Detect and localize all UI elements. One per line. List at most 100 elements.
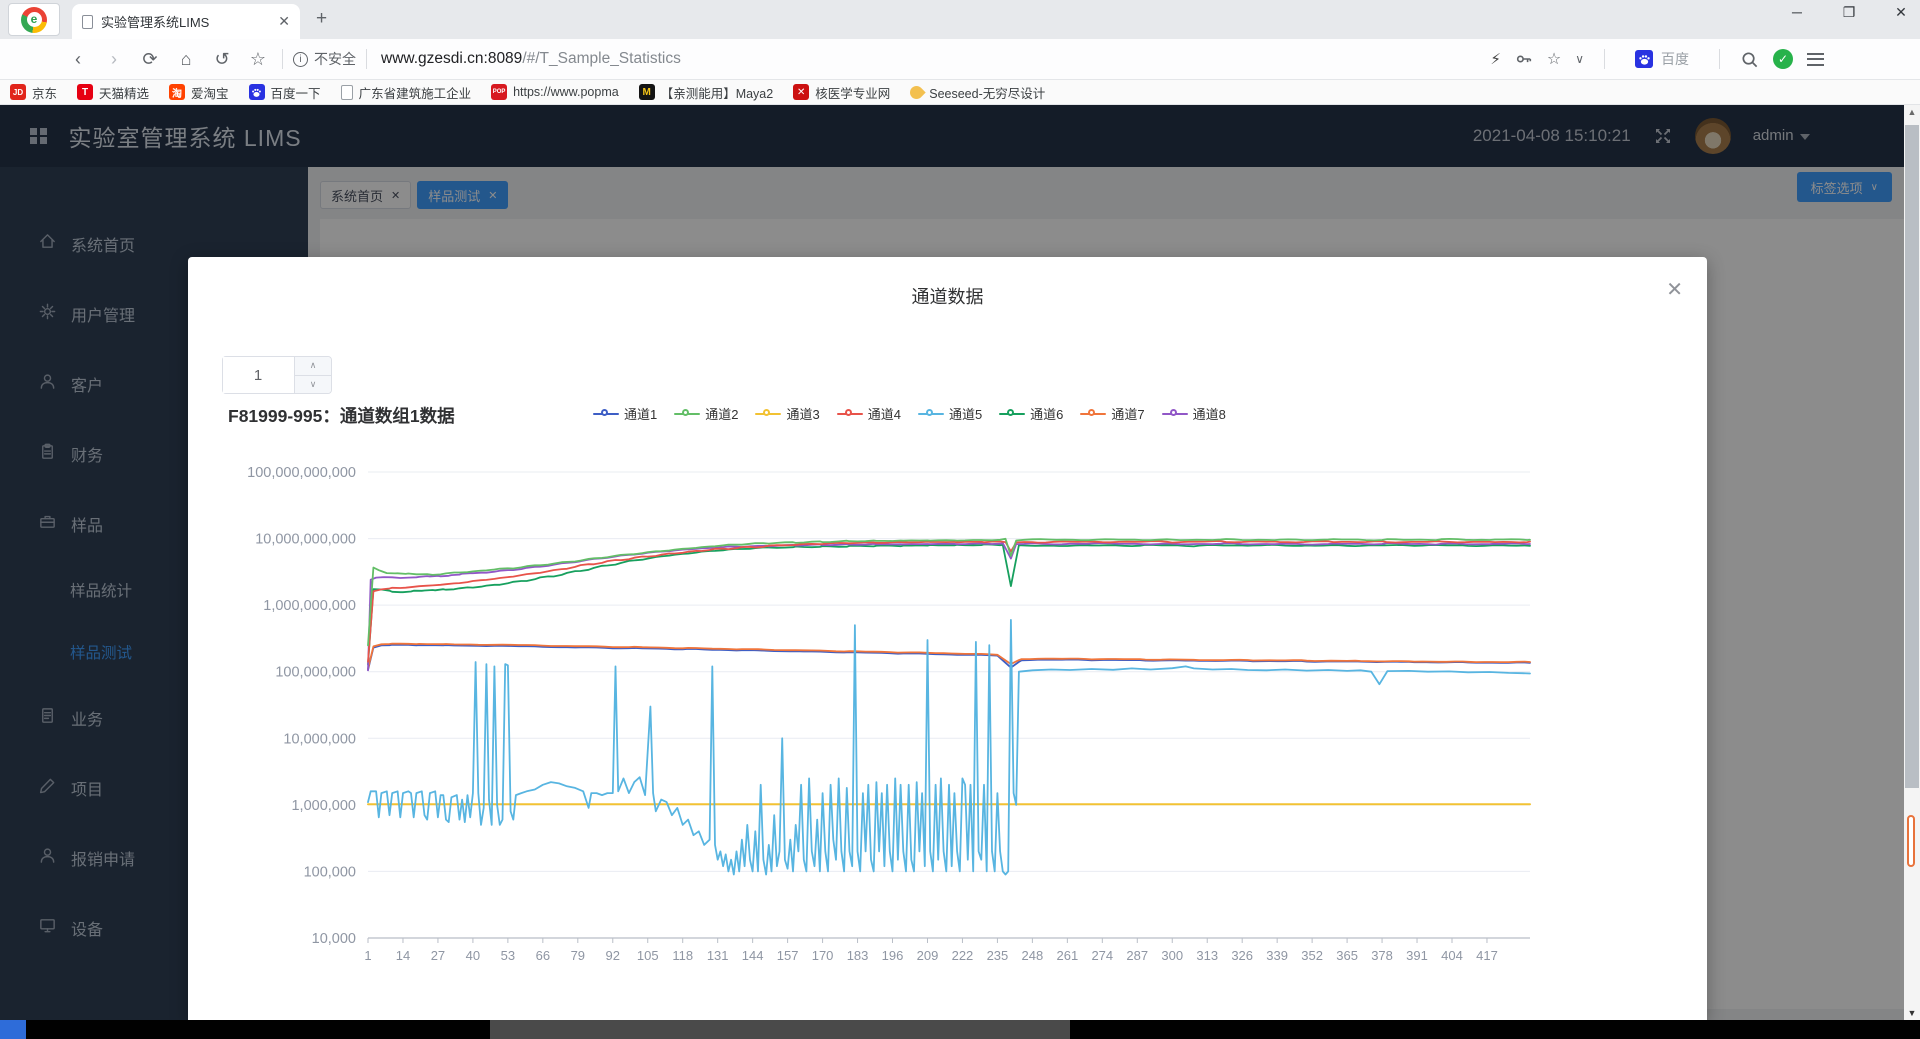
legend-item-通道5[interactable]: 通道5 [917, 404, 983, 423]
undo-button[interactable]: ↺ [204, 49, 240, 70]
menu-hamburger-icon[interactable] [1807, 52, 1824, 66]
modal-close-icon[interactable]: ✕ [1666, 277, 1683, 302]
series-通道7 [367, 642, 1531, 670]
url-path: /#/T_Sample_Statistics [522, 50, 681, 67]
svg-text:300: 300 [1161, 948, 1183, 963]
legend-label: 通道5 [948, 407, 983, 422]
svg-text:144: 144 [742, 948, 764, 963]
bookmark-item[interactable]: 百度一下 [248, 83, 321, 102]
svg-text:157: 157 [777, 948, 799, 963]
window-minimize-button[interactable]: ─ [1786, 4, 1808, 21]
baidu-search-box[interactable]: 百度 [1625, 45, 1699, 73]
series-通道5 [367, 618, 1531, 876]
channel-number-input-group: ∧ ∨ [222, 356, 332, 394]
security-indicator[interactable]: i 不安全 [293, 49, 356, 69]
bookmark-item[interactable]: 淘爱淘宝 [169, 83, 229, 102]
legend-item-通道2[interactable]: 通道2 [674, 404, 738, 423]
legend-item-通道3[interactable]: 通道3 [755, 404, 820, 423]
legend-item-通道7[interactable]: 通道7 [1080, 404, 1145, 423]
bookmark-item[interactable]: POP https://www.popma [491, 84, 619, 100]
svg-text:100,000: 100,000 [304, 864, 356, 880]
browser-tab-title: 实验管理系统LIMS [101, 15, 210, 30]
window-close-button[interactable]: ✕ [1890, 4, 1912, 21]
legend-marker-icon [917, 408, 944, 420]
step-up-button[interactable]: ∧ [295, 357, 331, 376]
browser-tab[interactable]: 实验管理系统LIMS ✕ [72, 4, 300, 39]
scrollbar-position-marker[interactable] [1907, 815, 1915, 867]
scrollbar-up-icon[interactable]: ▲ [1904, 107, 1920, 117]
svg-text:209: 209 [917, 948, 939, 963]
browser-logo-icon: e [21, 6, 47, 33]
bookmark-label: 京东 [32, 86, 58, 101]
svg-text:40: 40 [466, 948, 480, 963]
refresh-button[interactable]: ⟳ [132, 49, 168, 70]
svg-text:170: 170 [812, 948, 834, 963]
bookmark-item[interactable]: 广东省建筑施工企业 [340, 83, 472, 102]
svg-text:287: 287 [1126, 948, 1148, 963]
svg-text:391: 391 [1406, 948, 1428, 963]
bookmark-label: 广东省建筑施工企业 [358, 86, 472, 101]
browser-scrollbar[interactable]: ▲ ▼ [1904, 105, 1920, 1020]
legend-marker-icon [1080, 408, 1107, 420]
svg-text:196: 196 [882, 948, 904, 963]
svg-text:235: 235 [987, 948, 1009, 963]
jd-icon: JD [10, 84, 26, 100]
svg-text:66: 66 [536, 948, 550, 963]
svg-text:417: 417 [1476, 948, 1498, 963]
maya-icon: M [638, 84, 655, 100]
svg-text:326: 326 [1231, 948, 1253, 963]
series-通道8 [367, 542, 1531, 672]
window-maximize-button[interactable]: ❐ [1838, 4, 1860, 21]
bookmark-item[interactable]: M 【亲测能用】Maya2 [638, 83, 773, 102]
chevron-down-icon[interactable]: ∨ [1575, 52, 1584, 66]
legend-marker-icon [674, 408, 701, 420]
tab-close-icon[interactable]: ✕ [278, 13, 290, 30]
url-host: www.gzesdi.cn:8089 [381, 50, 523, 67]
svg-text:10,000,000: 10,000,000 [283, 731, 356, 747]
svg-text:183: 183 [847, 948, 869, 963]
svg-text:100,000,000,000: 100,000,000,000 [247, 465, 356, 481]
bookmark-item[interactable]: Seeseed-无穷尽设计 [907, 82, 1046, 102]
bookmark-item[interactable]: T 天猫精选 [77, 83, 149, 102]
legend-item-通道8[interactable]: 通道8 [1161, 404, 1226, 423]
browser-toolbar: ‹ › ⟳ ⌂ ↺ ☆ i 不安全 www.gzesdi.cn:8089/#/T… [0, 39, 1920, 80]
bookmark-label: Seeseed-无穷尽设计 [929, 86, 1046, 101]
svg-text:118: 118 [672, 948, 693, 963]
step-down-button[interactable]: ∨ [295, 375, 331, 393]
bookmark-item[interactable]: ✕ 核医学专业网 [793, 83, 890, 102]
bottom-strip-blue-block [0, 1020, 26, 1039]
password-key-icon[interactable] [1515, 50, 1533, 68]
modal-title: 通道数据 [911, 287, 984, 307]
svg-text:404: 404 [1441, 948, 1463, 963]
scrollbar-thumb[interactable] [1905, 125, 1919, 788]
svg-text:365: 365 [1336, 948, 1358, 963]
search-icon[interactable] [1740, 50, 1759, 69]
legend-label: 通道8 [1192, 407, 1226, 422]
security-shield-icon[interactable]: ✓ [1773, 49, 1793, 69]
back-button[interactable]: ‹ [60, 49, 96, 70]
svg-text:222: 222 [952, 948, 974, 963]
address-bar[interactable]: www.gzesdi.cn:8089/#/T_Sample_Statistics [381, 50, 681, 68]
bookmark-star-icon[interactable]: ☆ [1547, 49, 1561, 69]
baidu-paw-icon [248, 84, 265, 100]
legend-item-通道6[interactable]: 通道6 [999, 404, 1063, 423]
browser-logo[interactable]: e [8, 3, 60, 36]
legend-item-通道4[interactable]: 通道4 [836, 404, 901, 423]
channel-number-input[interactable] [223, 357, 293, 393]
browser-chrome: e 实验管理系统LIMS ✕ + ─ ❐ ✕ ‹ › ⟳ ⌂ ↺ ☆ i 不安全… [0, 0, 1920, 105]
svg-text:313: 313 [1196, 948, 1218, 963]
series-通道2 [367, 537, 1531, 647]
svg-text:53: 53 [501, 948, 515, 963]
forward-button[interactable]: › [96, 49, 132, 70]
flash-icon[interactable]: ⚡ [1490, 50, 1501, 68]
scrollbar-down-icon[interactable]: ▼ [1904, 1008, 1920, 1018]
bookmark-item[interactable]: JD 京东 [10, 83, 57, 102]
legend-label: 通道7 [1111, 407, 1145, 422]
home-button[interactable]: ⌂ [168, 49, 204, 70]
chart-title: F81999-995：通道数组1数据 [228, 406, 455, 426]
browser-tabstrip: e 实验管理系统LIMS ✕ + ─ ❐ ✕ [0, 0, 1920, 39]
new-tab-button[interactable]: + [316, 8, 327, 30]
favorite-star-button[interactable]: ☆ [240, 49, 276, 70]
svg-text:339: 339 [1266, 948, 1288, 963]
legend-item-通道1[interactable]: 通道1 [593, 404, 657, 423]
